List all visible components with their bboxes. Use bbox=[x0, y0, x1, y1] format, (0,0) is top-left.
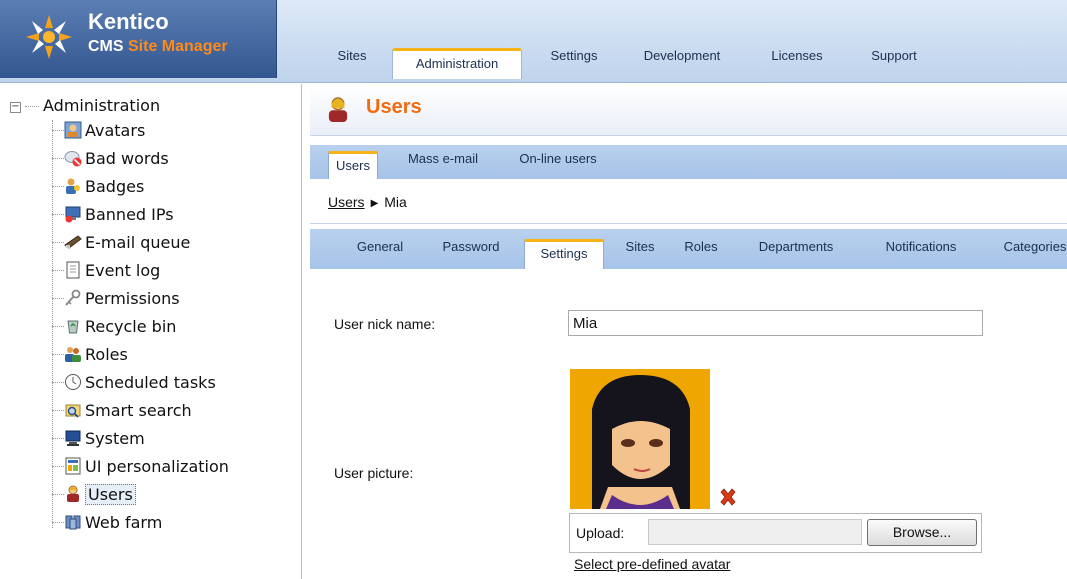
breadcrumb: Users ▶ Mia bbox=[328, 194, 407, 210]
tree-item-system[interactable]: System bbox=[52, 429, 145, 457]
tab-departments[interactable]: Departments bbox=[742, 239, 850, 269]
breadcrumb-current: Mia bbox=[384, 194, 407, 210]
tree-root-label: Administration bbox=[43, 96, 161, 115]
users-sub-tabs: Users Mass e-mail On-line users bbox=[310, 145, 1067, 179]
tree-item-bad-words[interactable]: Bad words bbox=[52, 149, 169, 177]
tab-roles[interactable]: Roles bbox=[676, 239, 726, 269]
select-avatar-link[interactable]: Select pre-defined avatar bbox=[574, 556, 730, 572]
permissions-icon bbox=[65, 289, 81, 306]
browse-button[interactable]: Browse... bbox=[867, 519, 977, 546]
nick-name-input[interactable] bbox=[568, 310, 983, 336]
tree-item-roles[interactable]: Roles bbox=[52, 345, 128, 373]
users-icon bbox=[328, 97, 348, 122]
badges-icon bbox=[66, 178, 80, 194]
user-edit-tabs: General Password Settings Sites Roles De… bbox=[310, 229, 1067, 269]
upload-control: Upload: Browse... bbox=[569, 513, 982, 553]
clock-icon bbox=[65, 374, 81, 390]
bad-words-icon bbox=[64, 151, 82, 167]
logo: Kentico CMS Site Manager bbox=[0, 0, 277, 78]
brand-subtitle: CMS Site Manager bbox=[88, 38, 228, 55]
tab-development[interactable]: Development bbox=[627, 48, 737, 78]
tab-sites[interactable]: Sites bbox=[614, 239, 666, 269]
tree-item-recycle-bin[interactable]: Recycle bin bbox=[52, 317, 176, 345]
roles-icon bbox=[65, 347, 81, 362]
avatar-icon bbox=[64, 121, 82, 139]
tab-sites[interactable]: Sites bbox=[322, 48, 382, 78]
smart-search-icon bbox=[65, 404, 81, 418]
tree-item-web-farm[interactable]: Web farm bbox=[52, 513, 162, 541]
system-icon bbox=[65, 430, 81, 446]
upload-file-field[interactable] bbox=[648, 519, 862, 545]
tree-item-e-mail-queue[interactable]: E-mail queue bbox=[52, 233, 190, 261]
tree-item-badges[interactable]: Badges bbox=[52, 177, 144, 205]
nick-name-label: User nick name: bbox=[334, 316, 436, 332]
web-farm-icon bbox=[65, 515, 81, 530]
breadcrumb-bar: Users ▶ Mia bbox=[310, 179, 1067, 224]
user-picture-label: User picture: bbox=[334, 465, 414, 481]
tab-categories[interactable]: Categories bbox=[990, 239, 1067, 269]
tree-item-permissions[interactable]: Permissions bbox=[52, 289, 180, 317]
event-log-icon bbox=[66, 261, 80, 279]
breadcrumb-users-link[interactable]: Users bbox=[328, 194, 365, 210]
tab-mass-email[interactable]: Mass e-mail bbox=[398, 151, 488, 179]
upload-label: Upload: bbox=[576, 525, 625, 541]
app-header: Kentico CMS Site Manager Sites Administr… bbox=[0, 0, 1067, 83]
brand-name: Kentico bbox=[88, 9, 169, 34]
tab-licenses[interactable]: Licenses bbox=[752, 48, 842, 78]
main-content: Users Users Mass e-mail On-line users Us… bbox=[310, 84, 1067, 579]
tab-administration[interactable]: Administration bbox=[392, 48, 522, 79]
tab-general[interactable]: General bbox=[340, 239, 420, 269]
user-avatar-image bbox=[570, 369, 710, 509]
email-queue-icon bbox=[64, 235, 82, 249]
tab-settings[interactable]: Settings bbox=[534, 48, 614, 78]
tab-users[interactable]: Users bbox=[328, 151, 378, 179]
avatar-portrait-icon bbox=[570, 369, 710, 509]
recycle-bin-icon bbox=[67, 320, 79, 334]
users-icon bbox=[67, 485, 79, 502]
tab-user-settings[interactable]: Settings bbox=[524, 239, 604, 269]
page-title: Users bbox=[366, 96, 422, 118]
tree-item-users[interactable]: Users bbox=[52, 484, 136, 513]
collapse-icon[interactable]: − bbox=[10, 102, 21, 113]
tab-notifications[interactable]: Notifications bbox=[864, 239, 978, 269]
tab-password[interactable]: Password bbox=[428, 239, 514, 269]
tree-item-avatars[interactable]: Avatars bbox=[52, 121, 145, 149]
tree-item-smart-search[interactable]: Smart search bbox=[52, 401, 192, 429]
kentico-logo-icon bbox=[26, 15, 72, 59]
tree-root[interactable]: − Administration bbox=[10, 96, 160, 115]
tab-support[interactable]: Support bbox=[854, 48, 934, 78]
banned-ips-icon bbox=[65, 206, 81, 223]
breadcrumb-arrow-icon: ▶ bbox=[370, 198, 379, 209]
user-settings-form: User nick name: User picture: Upload: Br… bbox=[310, 270, 1067, 579]
admin-tree: − Administration Avatars Bad words Badges… bbox=[0, 84, 302, 579]
tree-item-scheduled-tasks[interactable]: Scheduled tasks bbox=[52, 373, 216, 401]
delete-avatar-icon[interactable] bbox=[718, 487, 738, 507]
tab-online-users[interactable]: On-line users bbox=[508, 151, 608, 179]
page-header: Users bbox=[310, 84, 1067, 136]
ui-personalization-icon bbox=[65, 457, 81, 475]
tree-item-banned-ips[interactable]: Banned IPs bbox=[52, 205, 174, 233]
tree-item-ui-personalization[interactable]: UI personalization bbox=[52, 457, 229, 485]
tree-item-event-log[interactable]: Event log bbox=[52, 261, 160, 289]
